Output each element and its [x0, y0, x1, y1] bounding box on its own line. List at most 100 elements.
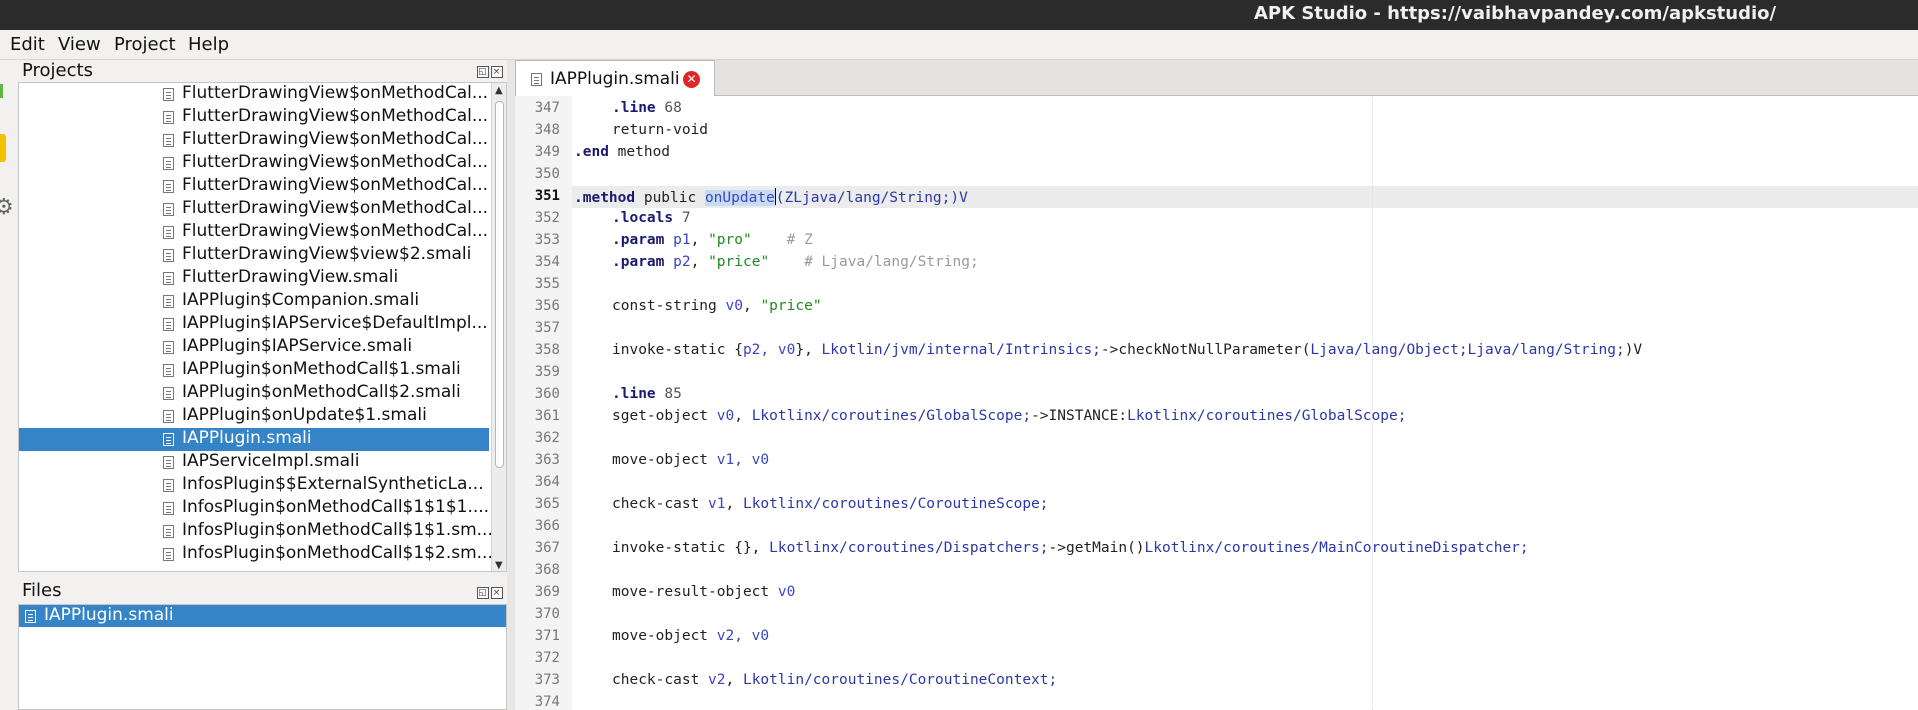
tree-item[interactable]: FlutterDrawingView$view$2.smali	[19, 244, 489, 267]
line-number: 366	[534, 518, 560, 534]
file-icon	[163, 295, 174, 308]
code-line: check-cast v2, Lkotlin/coroutines/Corout…	[612, 672, 1058, 688]
tree-item[interactable]: InfosPlugin$$ExternalSyntheticLa...	[19, 474, 489, 497]
tree-item[interactable]: IAPPlugin$onMethodCall$1.smali	[19, 359, 489, 382]
tree-item[interactable]: InfosPlugin$onMethodCall$1$1$1....	[19, 497, 489, 520]
line-number: 365	[534, 496, 560, 512]
line-number: 353	[534, 232, 560, 248]
menu-edit[interactable]: Edit	[10, 34, 45, 55]
float-icon[interactable]: ◱	[477, 66, 489, 78]
line-number: 358	[534, 342, 560, 358]
file-icon	[25, 610, 36, 623]
code-line: check-cast v1, Lkotlinx/coroutines/Corou…	[612, 496, 1049, 512]
menu-view[interactable]: View	[58, 34, 101, 55]
line-number: 349	[534, 144, 560, 160]
column-guide	[1372, 96, 1373, 710]
tree-item[interactable]: IAPPlugin$IAPService.smali	[19, 336, 489, 359]
line-number: 368	[534, 562, 560, 578]
code-line: invoke-static {p2, v0}, Lkotlin/jvm/inte…	[612, 342, 1643, 358]
file-icon	[531, 73, 542, 86]
line-number: 355	[534, 276, 560, 292]
tree-item[interactable]: FlutterDrawingView$onMethodCal...	[19, 175, 489, 198]
tree-item[interactable]: FlutterDrawingView$onMethodCal...	[19, 152, 489, 175]
line-number-current: 351	[534, 188, 560, 204]
close-icon[interactable]: ×	[491, 587, 503, 599]
file-icon	[163, 502, 174, 515]
file-icon	[163, 226, 174, 239]
folder-icon[interactable]	[0, 134, 6, 162]
code-line: const-string v0, "price"	[612, 298, 822, 314]
file-icon	[163, 203, 174, 216]
projects-scrollbar[interactable]: ▲ ▼	[491, 83, 506, 571]
tree-item[interactable]: IAPPlugin$Companion.smali	[19, 290, 489, 313]
menu-project[interactable]: Project	[114, 34, 176, 55]
title-bar: APK Studio - https://vaibhavpandey.com/a…	[0, 0, 1918, 30]
file-icon	[163, 410, 174, 423]
file-icon	[163, 456, 174, 469]
tree-item[interactable]: IAPPlugin$IAPService$DefaultImpl...	[19, 313, 489, 336]
line-number: 354	[534, 254, 560, 270]
tree-item[interactable]: InfosPlugin$onMethodCall$1$2.sm...	[19, 543, 493, 566]
tree-item[interactable]: FlutterDrawingView$onMethodCal...	[19, 198, 489, 221]
gear-icon[interactable]: ⚙	[0, 195, 14, 220]
code-line: move-result-object v0	[612, 584, 796, 600]
line-number: 361	[534, 408, 560, 424]
close-tab-icon[interactable]: ✕	[683, 71, 700, 88]
projects-dock-title: Projects	[22, 60, 93, 81]
line-number: 352	[534, 210, 560, 226]
file-icon	[163, 134, 174, 147]
tree-item[interactable]: FlutterDrawingView$onMethodCal...	[19, 83, 489, 106]
projects-tree[interactable]: FlutterDrawingView$onMethodCal... Flutte…	[18, 82, 507, 572]
float-icon[interactable]: ◱	[477, 587, 489, 599]
code-line: .locals 7	[612, 210, 691, 226]
file-icon	[163, 272, 174, 285]
tree-item[interactable]: IAPPlugin$onMethodCall$2.smali	[19, 382, 489, 405]
editor-tab-bar: IAPPlugin.smali ✕	[515, 60, 1918, 97]
line-number: 350	[534, 166, 560, 182]
scroll-down-arrow-icon[interactable]: ▼	[495, 560, 503, 571]
dock-splitter[interactable]	[507, 60, 515, 710]
close-icon[interactable]: ×	[491, 66, 503, 78]
code-line: .param p2, "price" # Ljava/lang/String;	[612, 254, 979, 270]
tree-item[interactable]: IAPServiceImpl.smali	[19, 451, 489, 474]
file-icon	[163, 525, 174, 538]
files-dock-title: Files	[22, 580, 62, 601]
code-line: .param p1, "pro" # Z	[612, 232, 813, 248]
tree-item[interactable]: InfosPlugin$onMethodCall$1$1.sm...	[19, 520, 493, 543]
line-number: 360	[534, 386, 560, 402]
file-icon	[163, 548, 174, 561]
file-icon	[163, 341, 174, 354]
file-item-selected[interactable]: IAPPlugin.smali	[19, 605, 506, 627]
line-number: 374	[534, 694, 560, 710]
code-line: move-object v2, v0	[612, 628, 770, 644]
code-line: return-void	[612, 122, 709, 138]
file-icon	[163, 88, 174, 101]
file-icon	[163, 387, 174, 400]
line-number: 357	[534, 320, 560, 336]
tree-item[interactable]: FlutterDrawingView$onMethodCal...	[19, 221, 489, 244]
line-number: 371	[534, 628, 560, 644]
selected-text: onUpdate	[704, 190, 775, 206]
tree-item[interactable]: FlutterDrawingView$onMethodCal...	[19, 129, 489, 152]
tree-item[interactable]: FlutterDrawingView.smali	[19, 267, 489, 290]
scroll-up-arrow-icon[interactable]: ▲	[495, 85, 503, 96]
file-icon	[163, 479, 174, 492]
line-number: 367	[534, 540, 560, 556]
menu-help[interactable]: Help	[188, 34, 229, 55]
file-icon	[163, 318, 174, 331]
file-icon	[163, 111, 174, 124]
tab-iapplugin-smali[interactable]: IAPPlugin.smali ✕	[515, 60, 715, 97]
line-number: 369	[534, 584, 560, 600]
files-list[interactable]: IAPPlugin.smali	[18, 604, 507, 710]
code-line: move-object v1, v0	[612, 452, 770, 468]
code-editor[interactable]: 347 348 349 350 351 352 353 354 355 356 …	[515, 96, 1918, 710]
line-number: 370	[534, 606, 560, 622]
tree-item[interactable]: FlutterDrawingView$onMethodCal...	[19, 106, 489, 129]
line-number: 363	[534, 452, 560, 468]
code-line-current: .method public onUpdate(ZLjava/lang/Stri…	[574, 188, 968, 206]
scrollbar-thumb[interactable]	[495, 101, 504, 468]
tree-item-selected[interactable]: IAPPlugin.smali	[19, 428, 489, 451]
line-number: 364	[534, 474, 560, 490]
menu-bar: Edit View Project Help	[0, 30, 1918, 60]
tree-item[interactable]: IAPPlugin$onUpdate$1.smali	[19, 405, 489, 428]
